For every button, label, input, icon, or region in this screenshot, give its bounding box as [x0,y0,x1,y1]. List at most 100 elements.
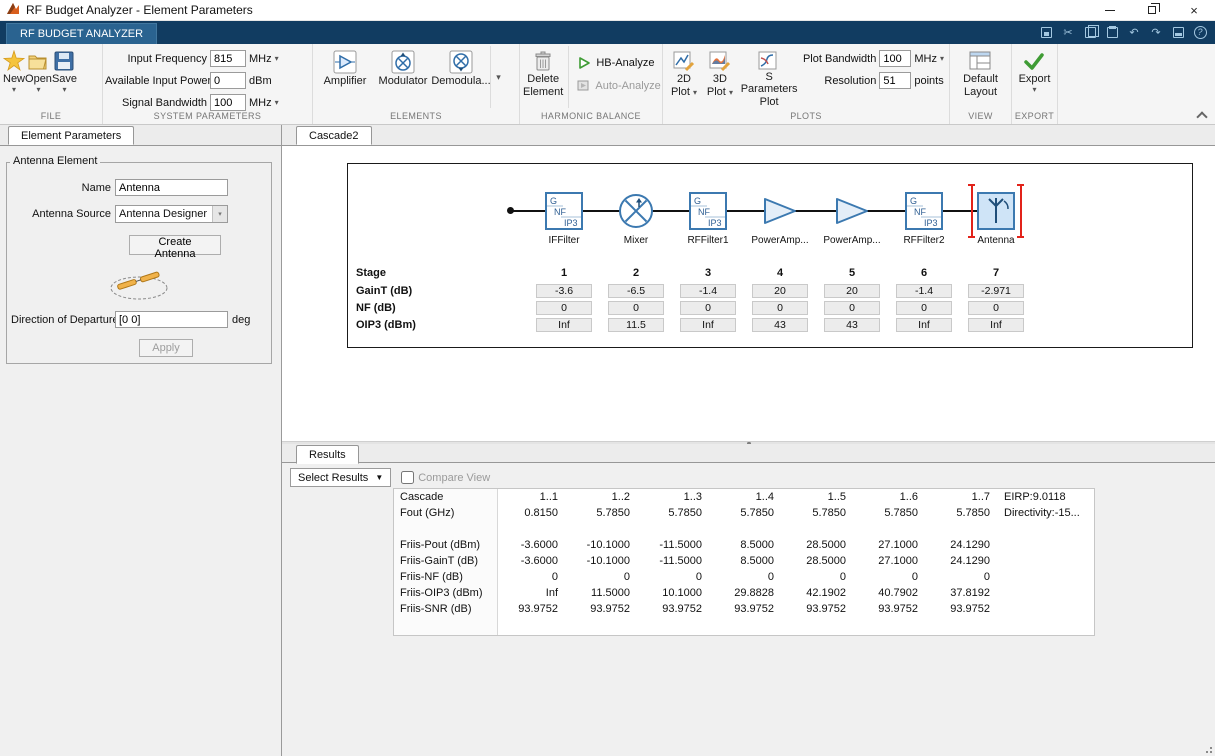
stage-value: 43 [752,318,808,332]
new-button[interactable]: New ▾ [3,46,25,108]
table-row: Friis-Pout (dBm) -3.6000 -10.1000 -11.50… [394,537,1094,553]
directivity-value: Directivity:-15... [1002,505,1094,521]
print-icon[interactable] [1171,25,1185,39]
open-button[interactable]: Open ▾ [25,46,52,108]
result-column-header: 1..2 [570,489,642,505]
delete-element-button[interactable]: Delete Element [523,46,563,108]
save-icon[interactable] [1039,25,1053,39]
stage-value: 43 [824,318,880,332]
stage-value: 11.5 [608,318,664,332]
result-value: -10.1000 [570,537,642,553]
nf-row-label: NF (dB) [348,302,528,314]
direction-of-departure-field[interactable] [115,311,228,328]
plot-2d-button[interactable]: 2D Plot ▾ [666,46,702,108]
element-rffilter1[interactable]: GNFIP3 RFFilter1 [672,192,744,246]
elements-gallery-expand-button[interactable]: ▾ [490,46,506,108]
tab-results[interactable]: Results [296,445,359,464]
plot-bandwidth-field[interactable] [879,50,911,67]
tab-element-parameters[interactable]: Element Parameters [8,126,134,145]
table-row-blank [394,617,1094,635]
result-value: 10.1000 [642,585,714,601]
selection-bracket-right [1017,184,1024,238]
svg-text:IP3: IP3 [708,218,722,228]
left-panel-tab-bar: Element Parameters [0,125,281,146]
stage-value: -1.4 [680,284,736,298]
input-frequency-unit-dropdown[interactable]: MHz▾ [249,53,279,65]
select-results-button[interactable]: Select Results ▼ [290,468,391,487]
plot-bandwidth-unit-dropdown[interactable]: MHz▾ [914,53,944,65]
ribbon-section-file: New ▾ Open ▾ Save ▾ FILE [0,44,103,124]
minimize-button[interactable] [1089,0,1131,20]
element-antenna-selected[interactable]: Antenna [960,192,1032,246]
element-mixer[interactable]: Mixer [600,192,672,246]
paste-icon[interactable] [1105,25,1119,39]
signal-bandwidth-field[interactable] [210,94,246,111]
demodulator-icon [449,50,473,74]
save-button[interactable]: Save ▾ [52,46,77,108]
table-row: Cascade 1..1 1..2 1..3 1..4 1..5 1..6 1.… [394,489,1094,505]
group-title: Antenna Element [10,155,100,167]
resolution-field[interactable] [879,72,911,89]
input-frequency-field[interactable] [210,50,246,67]
result-value: -11.5000 [642,537,714,553]
chevron-down-icon: ▾ [12,86,16,93]
default-layout-button[interactable]: Default Layout [963,46,998,108]
redo-icon[interactable]: ↷ [1149,25,1163,39]
amplifier-button[interactable]: Amplifier [316,46,374,108]
input-frequency-label: Input Frequency [105,53,207,65]
close-button[interactable]: × [1173,0,1215,20]
result-value: 27.1000 [858,537,930,553]
resize-grip[interactable] [1204,745,1212,753]
direction-of-departure-label: Direction of Departure [11,314,111,326]
stage-number: 7 [960,267,1032,279]
ribbon: New ▾ Open ▾ Save ▾ FILE Inp [0,44,1215,125]
element-rffilter2[interactable]: GNFIP3 RFFilter2 [888,192,960,246]
result-row-header: Fout (GHz) [394,505,498,521]
apply-button[interactable]: Apply [139,339,193,357]
element-poweramp1[interactable]: PowerAmp... [744,192,816,246]
element-iffilter[interactable]: GNFIP3 IFFilter [528,192,600,246]
tab-cascade2[interactable]: Cascade2 [296,126,372,145]
name-field[interactable] [115,179,228,196]
auto-analyze-button[interactable]: Auto-Analyze [577,79,660,92]
result-value: Inf [498,585,570,601]
amplifier-icon [761,192,799,230]
available-input-power-field[interactable] [210,72,246,89]
stage-value: -1.4 [896,284,952,298]
signal-bandwidth-unit-dropdown[interactable]: MHz▾ [249,97,279,109]
result-value: 28.5000 [786,553,858,569]
cut-icon[interactable]: ✂ [1061,25,1075,39]
stage-number: 2 [600,267,672,279]
svg-text:NF: NF [554,207,566,217]
selection-bracket-left [968,184,975,238]
demodulator-button[interactable]: Demodula... [432,46,490,108]
create-antenna-button[interactable]: Create Antenna [129,235,221,255]
antenna-source-dropdown[interactable]: Antenna Designer ▾ [115,205,228,223]
direction-of-departure-unit: deg [232,314,250,326]
stage-number: 6 [888,267,960,279]
result-value: 0 [642,569,714,585]
modulator-button[interactable]: Modulator [374,46,432,108]
restore-button[interactable] [1131,0,1173,20]
checkmark-icon [1023,50,1045,72]
help-icon[interactable]: ? [1193,25,1207,39]
export-button[interactable]: Export ▾ [1019,46,1051,108]
element-label: PowerAmp... [823,235,880,246]
stage-value: 0 [608,301,664,315]
collapse-ribbon-button[interactable] [1196,109,1208,119]
result-value: 5.7850 [786,505,858,521]
ribbon-tab-rf-budget-analyzer[interactable]: RF BUDGET ANALYZER [6,23,157,44]
svg-text:G: G [550,196,557,206]
element-parameters-panel: Element Parameters Antenna Element Name … [0,125,282,756]
antenna-element-group: Antenna Element Name Antenna Source Ante… [6,162,272,364]
result-value: 0 [498,569,570,585]
compare-view-checkbox[interactable] [401,471,414,484]
s-parameters-plot-button[interactable]: S Parameters Plot [738,46,800,108]
available-input-power-unit: dBm [249,75,272,87]
undo-icon[interactable]: ↶ [1127,25,1141,39]
hb-analyze-button[interactable]: HB-Analyze [577,56,660,70]
plot-3d-button[interactable]: 3D Plot ▾ [702,46,738,108]
copy-icon[interactable] [1083,25,1097,39]
element-poweramp2[interactable]: PowerAmp... [816,192,888,246]
oip3-row-label: OIP3 (dBm) [348,319,528,331]
